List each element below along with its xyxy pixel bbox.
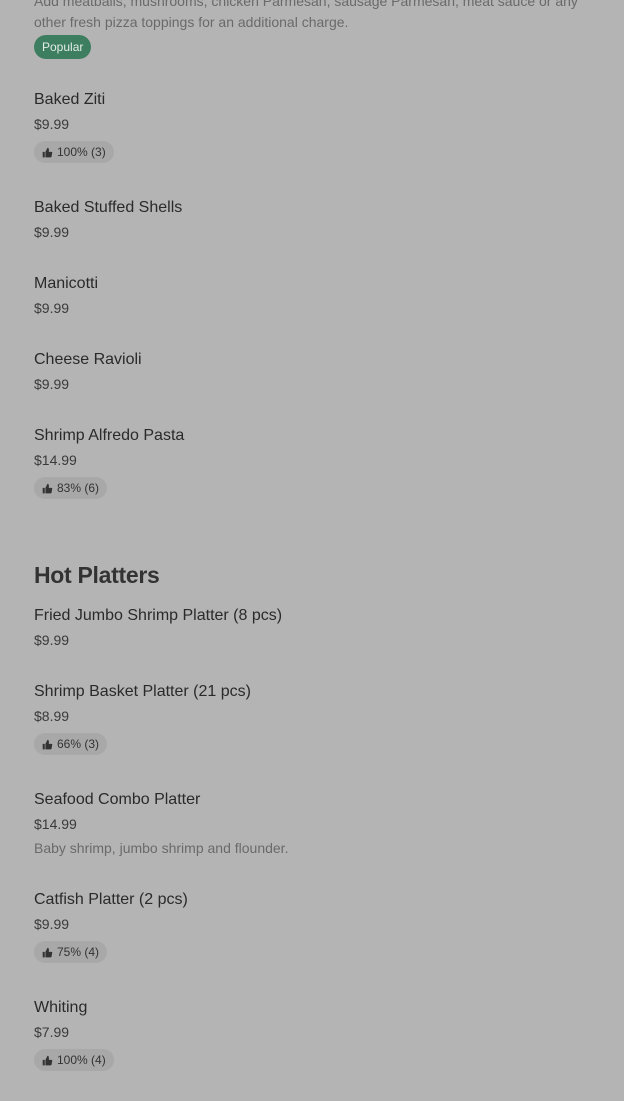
item-price: $14.99: [34, 816, 77, 832]
item-name: Fried Jumbo Shrimp Platter (8 pcs): [34, 607, 283, 624]
menu-item-shrimp-alfredo-pasta[interactable]: Shrimp Alfredo Pasta $14.99 83% (6): [34, 426, 590, 499]
rating-badge: 83% (6): [34, 477, 108, 499]
item-description: Baby shrimp, jumbo shrimp and flounder.: [34, 840, 289, 856]
section-title: Hot Platters: [34, 562, 160, 588]
item-name: Whiting: [34, 999, 88, 1016]
rating-badge: 100% (3): [34, 141, 114, 163]
menu-item-baked-stuffed-shells[interactable]: Baked Stuffed Shells $9.99: [34, 198, 590, 241]
item-name: Baked Stuffed Shells: [34, 199, 183, 216]
rating-text: 100% (4): [57, 1053, 106, 1067]
rating-text: 83% (6): [57, 481, 100, 495]
menu-item-seafood-combo-platter[interactable]: Seafood Combo Platter $14.99 Baby shrimp…: [34, 790, 590, 857]
rating-text: 100% (3): [57, 145, 106, 159]
item-price: $9.99: [34, 300, 70, 316]
menu-item-catfish-platter[interactable]: Catfish Platter (2 pcs) $9.99 75% (4): [34, 890, 590, 963]
item-name: Shrimp Basket Platter (21 pcs): [34, 683, 251, 700]
item-price: $9.99: [34, 116, 70, 132]
rating-badge: 75% (4): [34, 941, 108, 963]
menu-item-baked-ziti[interactable]: Baked Ziti $9.99 100% (3): [34, 90, 590, 163]
menu-item-fried-jumbo-shrimp-platter[interactable]: Fried Jumbo Shrimp Platter (8 pcs) $9.99: [34, 606, 590, 649]
thumbs-up-icon: [42, 947, 53, 957]
menu-item-whiting[interactable]: Whiting $7.99 100% (4): [34, 998, 590, 1071]
item-name: Manicotti: [34, 275, 99, 292]
item-name: Shrimp Alfredo Pasta: [34, 427, 185, 444]
menu-item-cheese-ravioli[interactable]: Cheese Ravioli $9.99: [34, 350, 590, 393]
item-price: $14.99: [34, 452, 77, 468]
thumbs-up-icon: [42, 1055, 53, 1065]
rating-text: 75% (4): [57, 945, 100, 959]
rating-text: 66% (3): [57, 737, 100, 751]
rating-badge: 100% (4): [34, 1049, 114, 1071]
item-price: $9.99: [34, 376, 70, 392]
item-description: Add meatballs, mushrooms, chicken Parmes…: [34, 0, 578, 30]
item-price: $9.99: [34, 224, 70, 240]
item-name: Seafood Combo Platter: [34, 791, 201, 808]
item-name: Cheese Ravioli: [34, 351, 142, 368]
menu-item-manicotti[interactable]: Manicotti $9.99: [34, 274, 590, 317]
item-price: $8.99: [34, 708, 70, 724]
item-price: $9.99: [34, 632, 70, 648]
rating-badge: 66% (3): [34, 733, 108, 755]
thumbs-up-icon: [42, 147, 53, 157]
item-price: $9.99: [34, 916, 70, 932]
item-name: Baked Ziti: [34, 91, 106, 108]
item-name: Catfish Platter (2 pcs): [34, 891, 188, 908]
item-price: $7.99: [34, 1024, 70, 1040]
popular-badge: Popular: [34, 35, 92, 59]
thumbs-up-icon: [42, 483, 53, 493]
thumbs-up-icon: [42, 739, 53, 749]
menu-item-shrimp-basket-platter[interactable]: Shrimp Basket Platter (21 pcs) $8.99 66%…: [34, 682, 590, 755]
